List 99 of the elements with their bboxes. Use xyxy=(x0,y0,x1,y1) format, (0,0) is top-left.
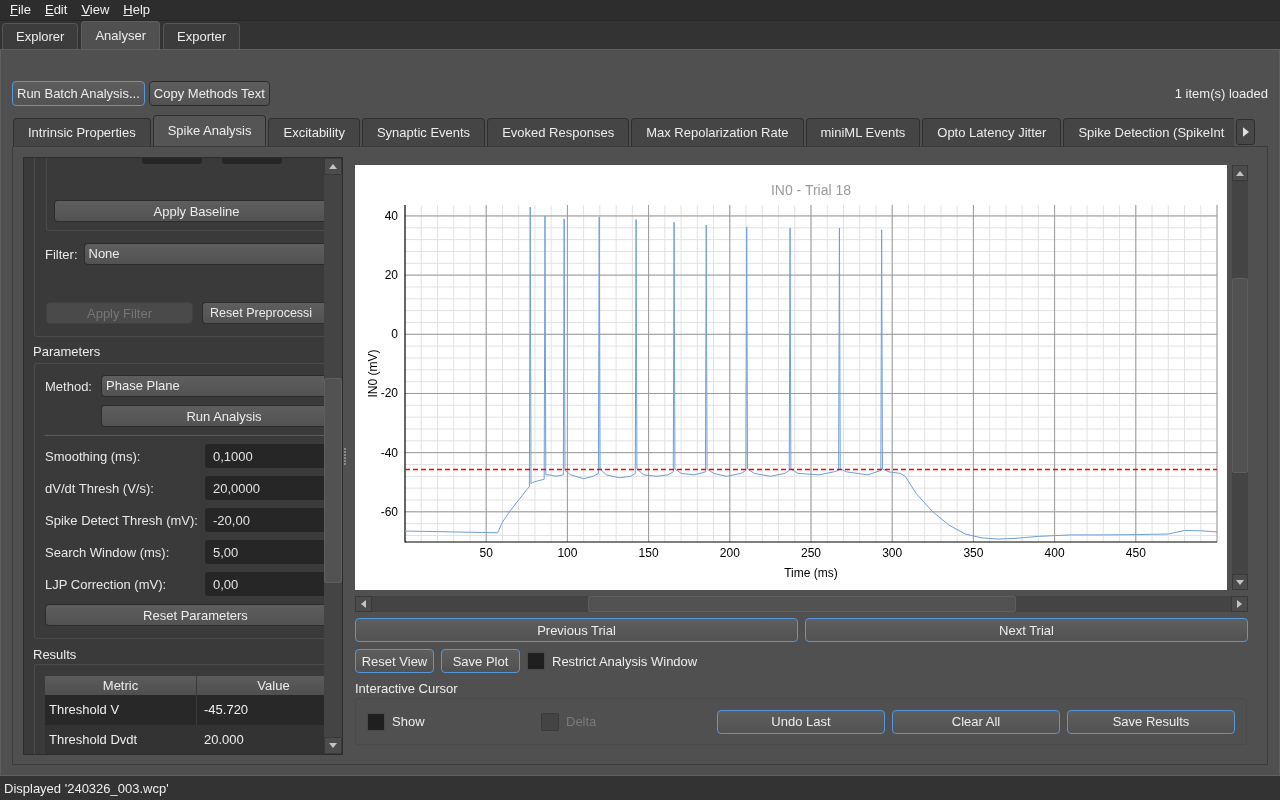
run-analysis-button[interactable]: Run Analysis xyxy=(101,405,324,427)
checkbox-label: Restrict Analysis Window xyxy=(552,653,698,669)
input-field[interactable]: 5,00 xyxy=(205,540,324,564)
tick-label: 450 xyxy=(1125,546,1146,560)
tab[interactable]: Explorer xyxy=(2,23,79,49)
section-title: Interactive Cursor xyxy=(355,681,459,697)
tick-label: 350 xyxy=(963,546,984,560)
right-arrow-icon xyxy=(1242,127,1249,137)
scroll-right-button[interactable] xyxy=(1231,596,1248,612)
grip-icon[interactable] xyxy=(344,447,347,465)
input-field[interactable] xyxy=(222,158,282,164)
tick-label: 400 xyxy=(1044,546,1065,560)
table-cell: Threshold Dvdt xyxy=(45,725,197,754)
tab[interactable]: Analyser xyxy=(81,21,160,49)
clear-all-button[interactable]: Clear All xyxy=(892,709,1060,734)
tick-label: 150 xyxy=(638,546,659,560)
menu-item[interactable]: View xyxy=(74,1,117,19)
tab[interactable]: Spike Analysis xyxy=(152,115,267,146)
tab[interactable]: miniML Events xyxy=(805,118,921,146)
table-header: Value xyxy=(197,676,324,695)
chart-title: IN0 - Trial 18 xyxy=(770,182,852,198)
input-field[interactable] xyxy=(142,158,202,164)
up-arrow-icon xyxy=(1236,170,1244,176)
scroll-down-button[interactable] xyxy=(324,737,342,754)
copy-methods-button[interactable]: Copy Methods Text xyxy=(148,81,270,106)
next-trial-button[interactable]: Next Trial xyxy=(805,618,1248,642)
left-arrow-icon xyxy=(361,600,366,608)
vertical-scrollbar[interactable] xyxy=(1232,165,1248,590)
down-arrow-icon xyxy=(1236,579,1244,585)
field-label: Spike Detect Thresh (mV): xyxy=(45,512,199,528)
horizontal-scrollbar[interactable] xyxy=(355,596,1248,612)
tab[interactable]: Opto Latency Jitter xyxy=(922,118,1062,146)
tick-label: 100 xyxy=(557,546,578,560)
status-message: Displayed '240326_003.wcp' xyxy=(4,780,169,796)
scroll-left-button[interactable] xyxy=(355,596,372,612)
reset-preprocessing-button[interactable]: Reset Preprocessi xyxy=(202,302,324,324)
field-label: dV/dt Thresh (V/s): xyxy=(45,480,155,496)
previous-trial-button[interactable]: Previous Trial xyxy=(355,618,798,642)
checkbox-label: Show xyxy=(392,714,425,729)
tick-label: -40 xyxy=(380,445,398,460)
up-arrow-icon xyxy=(329,164,337,169)
vertical-scrollbar[interactable] xyxy=(324,158,342,754)
input-field[interactable]: -20,00 xyxy=(205,508,324,532)
tick-label: 300 xyxy=(882,546,903,560)
method-label: Method: xyxy=(45,378,93,394)
menu-item[interactable]: File xyxy=(3,1,38,19)
run-batch-analysis-button[interactable]: Run Batch Analysis... xyxy=(12,81,145,106)
tick-label: 50 xyxy=(479,546,493,560)
scroll-down-button[interactable] xyxy=(1232,574,1248,590)
field-label: LJP Correction (mV): xyxy=(45,576,168,592)
save-results-button[interactable]: Save Results xyxy=(1067,709,1235,734)
down-arrow-icon xyxy=(329,743,337,748)
menu-item[interactable]: Help xyxy=(116,1,158,19)
tab[interactable]: Spike Detection (SpikeInt xyxy=(1063,118,1234,146)
checkbox[interactable] xyxy=(527,652,545,670)
tick-label: 20 xyxy=(384,268,398,283)
scrollbar-thumb[interactable] xyxy=(324,378,342,583)
scroll-up-button[interactable] xyxy=(324,158,342,175)
tab[interactable]: Max Repolarization Rate xyxy=(631,118,804,146)
tick-label: 40 xyxy=(384,208,398,223)
section-title: Parameters xyxy=(33,345,102,359)
input-field[interactable]: 0,1000 xyxy=(205,444,324,468)
axis-label: IN0 (mV) xyxy=(366,349,380,398)
tab[interactable]: Exporter xyxy=(163,23,241,49)
scrollbar-thumb[interactable] xyxy=(1232,278,1248,473)
apply-baseline-button[interactable]: Apply Baseline xyxy=(54,200,324,222)
tick-label: 0 xyxy=(391,327,398,342)
filter-dropdown[interactable]: None xyxy=(83,243,324,265)
tab[interactable]: Synaptic Events xyxy=(361,118,486,146)
right-arrow-icon xyxy=(1237,600,1242,608)
checkbox[interactable] xyxy=(367,712,385,731)
field-label: Search Window (ms): xyxy=(45,544,171,560)
tab[interactable]: Evoked Responses xyxy=(487,118,630,146)
tick-label: 250 xyxy=(801,546,821,560)
input-field[interactable]: 0,00 xyxy=(205,572,324,596)
axis-label: Time (ms) xyxy=(784,566,838,580)
menu-item[interactable]: Edit xyxy=(37,1,75,19)
tick-label: -20 xyxy=(380,386,398,401)
table-cell: Threshold V xyxy=(45,695,197,725)
filter-label: Filter: xyxy=(45,246,78,262)
table-cell: 20.000 xyxy=(197,725,324,754)
items-loaded-label: 1 item(s) loaded xyxy=(1174,86,1268,101)
tab[interactable]: Excitability xyxy=(268,118,360,146)
method-dropdown[interactable]: Phase Plane xyxy=(101,375,324,397)
scrollbar-thumb[interactable] xyxy=(588,596,1016,612)
save-plot-button[interactable]: Save Plot xyxy=(441,649,520,673)
undo-last-button[interactable]: Undo Last xyxy=(717,709,885,734)
field-label: Smoothing (ms): xyxy=(45,448,142,464)
table-cell: -45.720 xyxy=(197,695,324,725)
reset-parameters-button[interactable]: Reset Parameters xyxy=(45,604,324,626)
tick-label: 200 xyxy=(719,546,740,560)
reset-view-button[interactable]: Reset View xyxy=(355,649,434,673)
input-field[interactable]: 20,0000 xyxy=(205,476,324,500)
table-header: Metric xyxy=(45,676,197,695)
section-title: Results xyxy=(33,648,78,662)
tab[interactable]: Intrinsic Properties xyxy=(13,118,151,146)
scroll-up-button[interactable] xyxy=(1232,165,1248,181)
tab-scroll-right-button[interactable] xyxy=(1236,119,1255,145)
tick-label: -60 xyxy=(380,504,398,519)
